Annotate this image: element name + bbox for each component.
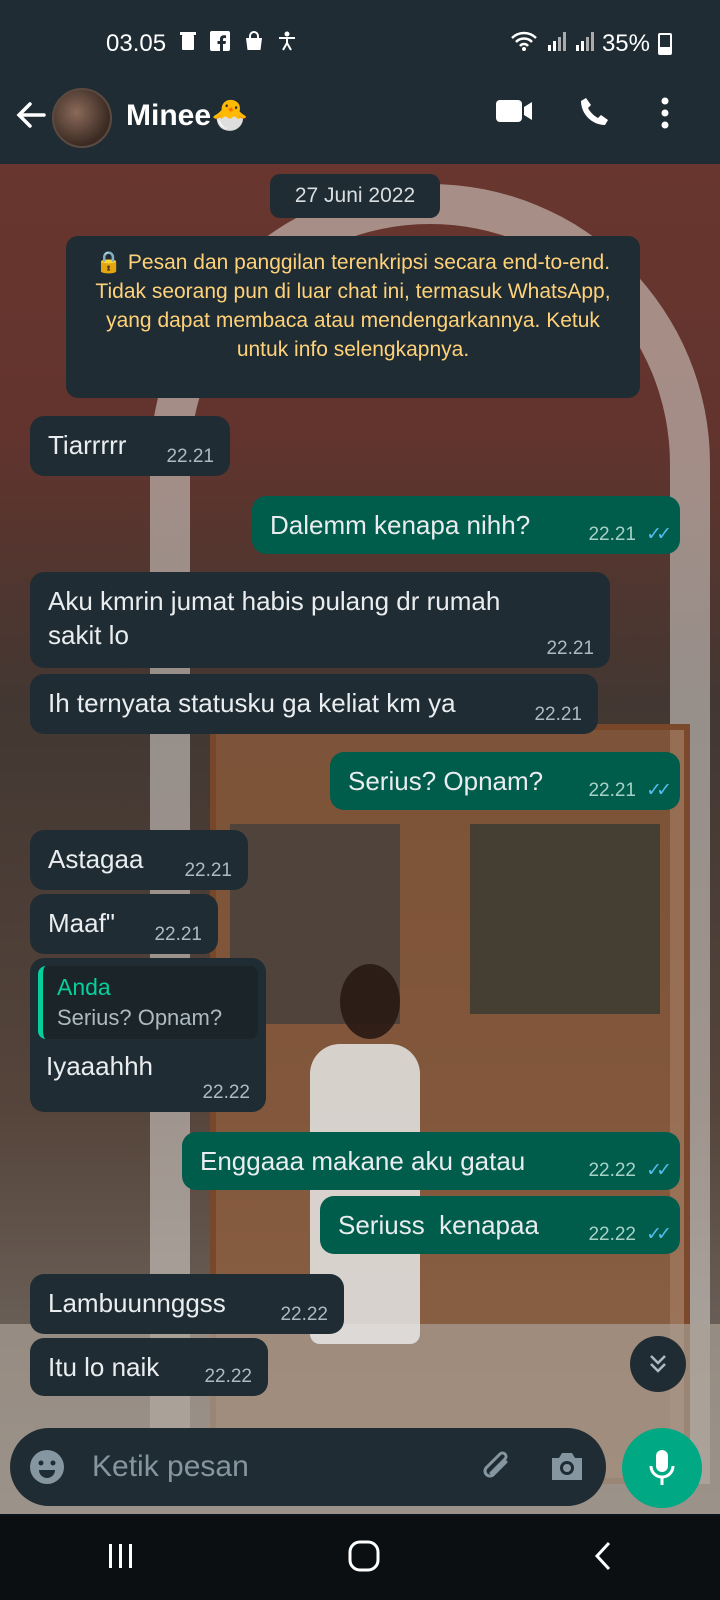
wallpaper-person xyxy=(340,964,400,1039)
message-input[interactable]: Ketik pesan xyxy=(92,1450,249,1484)
wifi-icon xyxy=(510,30,538,59)
status-bar: 03.05 35% xyxy=(0,0,720,88)
phone-screen: 03.05 35% Minee🐣 27 Juni 2022 🔒 Pesan da… xyxy=(0,0,720,1600)
message-bubble-outgoing[interactable]: Serius? Opnam? 22.21 ✓✓ xyxy=(330,752,680,810)
read-receipt-icon: ✓✓ xyxy=(646,1160,672,1181)
wallpaper-window xyxy=(470,824,660,1014)
recent-apps-icon[interactable] xyxy=(106,1542,136,1575)
signal-icon xyxy=(546,30,566,58)
home-icon[interactable] xyxy=(347,1539,381,1578)
message-bubble-outgoing[interactable]: Enggaaa makane aku gatau 22.22 ✓✓ xyxy=(182,1132,680,1190)
message-bubble-incoming[interactable]: Aku kmrin jumat habis pulang dr rumah sa… xyxy=(30,572,610,668)
message-time: 22.21 xyxy=(184,860,232,881)
date-divider: 27 Juni 2022 xyxy=(270,174,440,218)
message-time: 22.22 xyxy=(280,1304,328,1325)
message-bubble-incoming[interactable]: Astagaa 22.21 xyxy=(30,830,248,890)
emoji-icon[interactable] xyxy=(28,1448,66,1491)
quoted-text: Serius? Opnam? xyxy=(57,1005,223,1030)
message-bubble-incoming-reply[interactable]: Anda Serius? Opnam? Iyaaahhh 22.22 xyxy=(30,958,266,1112)
status-time: 03.05 xyxy=(106,30,167,57)
message-time: 22.21 xyxy=(154,924,202,945)
video-call-icon[interactable] xyxy=(494,96,534,131)
battery-percent: 35% xyxy=(601,30,650,57)
microphone-icon xyxy=(649,1450,675,1485)
read-receipt-icon: ✓✓ xyxy=(646,780,672,801)
message-time: 22.21 xyxy=(588,780,636,801)
avatar[interactable] xyxy=(52,88,112,148)
message-time: 22.21 xyxy=(588,524,636,545)
message-bubble-outgoing[interactable]: Dalemm kenapa nihh? 22.21 ✓✓ xyxy=(252,496,680,554)
phone-icon[interactable] xyxy=(578,96,610,133)
message-input-bar[interactable]: Ketik pesan xyxy=(10,1428,606,1506)
message-time: 22.22 xyxy=(202,1082,250,1103)
camera-icon[interactable] xyxy=(548,1448,586,1489)
message-time: 22.22 xyxy=(204,1366,252,1387)
message-time: 22.21 xyxy=(546,638,594,659)
message-time: 22.21 xyxy=(166,446,214,467)
signal-icon xyxy=(574,30,594,58)
quoted-message[interactable]: Anda Serius? Opnam? xyxy=(38,966,258,1039)
back-arrow-icon[interactable] xyxy=(14,98,48,138)
system-navigation-bar xyxy=(0,1516,720,1600)
scroll-to-bottom-button[interactable] xyxy=(630,1336,686,1392)
contact-name[interactable]: Minee🐣 xyxy=(126,98,248,133)
read-receipt-icon: ✓✓ xyxy=(646,1224,672,1245)
read-receipt-icon: ✓✓ xyxy=(646,524,672,545)
message-time: 22.22 xyxy=(588,1160,636,1181)
chat-header: Minee🐣 xyxy=(0,88,720,164)
message-bubble-incoming[interactable]: Maaf" 22.21 xyxy=(30,894,218,954)
trash-icon xyxy=(180,31,197,57)
message-bubble-incoming[interactable]: Tiarrrrr 22.21 xyxy=(30,416,230,476)
chat-area[interactable]: 27 Juni 2022 🔒 Pesan dan panggilan teren… xyxy=(0,164,720,1514)
message-text: Aku kmrin jumat habis pulang dr rumah sa… xyxy=(48,586,501,650)
attachment-icon[interactable] xyxy=(478,1448,518,1493)
facebook-icon xyxy=(210,31,231,57)
status-right: 35% xyxy=(510,30,672,59)
accessibility-icon xyxy=(278,31,296,57)
shopping-bag-icon xyxy=(244,31,264,57)
voice-message-button[interactable] xyxy=(622,1428,702,1508)
back-nav-icon[interactable] xyxy=(592,1540,614,1577)
message-bubble-incoming[interactable]: Lambuunnggss 22.22 xyxy=(30,1274,344,1334)
double-chevron-down-icon xyxy=(650,1355,666,1373)
encryption-notice[interactable]: 🔒 Pesan dan panggilan terenkripsi secara… xyxy=(66,236,640,398)
more-options-icon[interactable] xyxy=(660,96,670,135)
message-bubble-incoming[interactable]: Ih ternyata statusku ga keliat km ya 22.… xyxy=(30,674,598,734)
message-bubble-outgoing[interactable]: Seriuss kenapaa 22.22 ✓✓ xyxy=(320,1196,680,1254)
message-time: 22.21 xyxy=(534,704,582,725)
quoted-author: Anda xyxy=(57,974,111,1000)
message-text: Ih ternyata statusku ga keliat km ya xyxy=(48,688,456,718)
message-time: 22.22 xyxy=(588,1224,636,1245)
message-bubble-incoming[interactable]: Itu lo naik 22.22 xyxy=(30,1338,268,1396)
message-text: Iyaaahhh xyxy=(46,1051,153,1081)
battery-icon xyxy=(658,33,672,55)
